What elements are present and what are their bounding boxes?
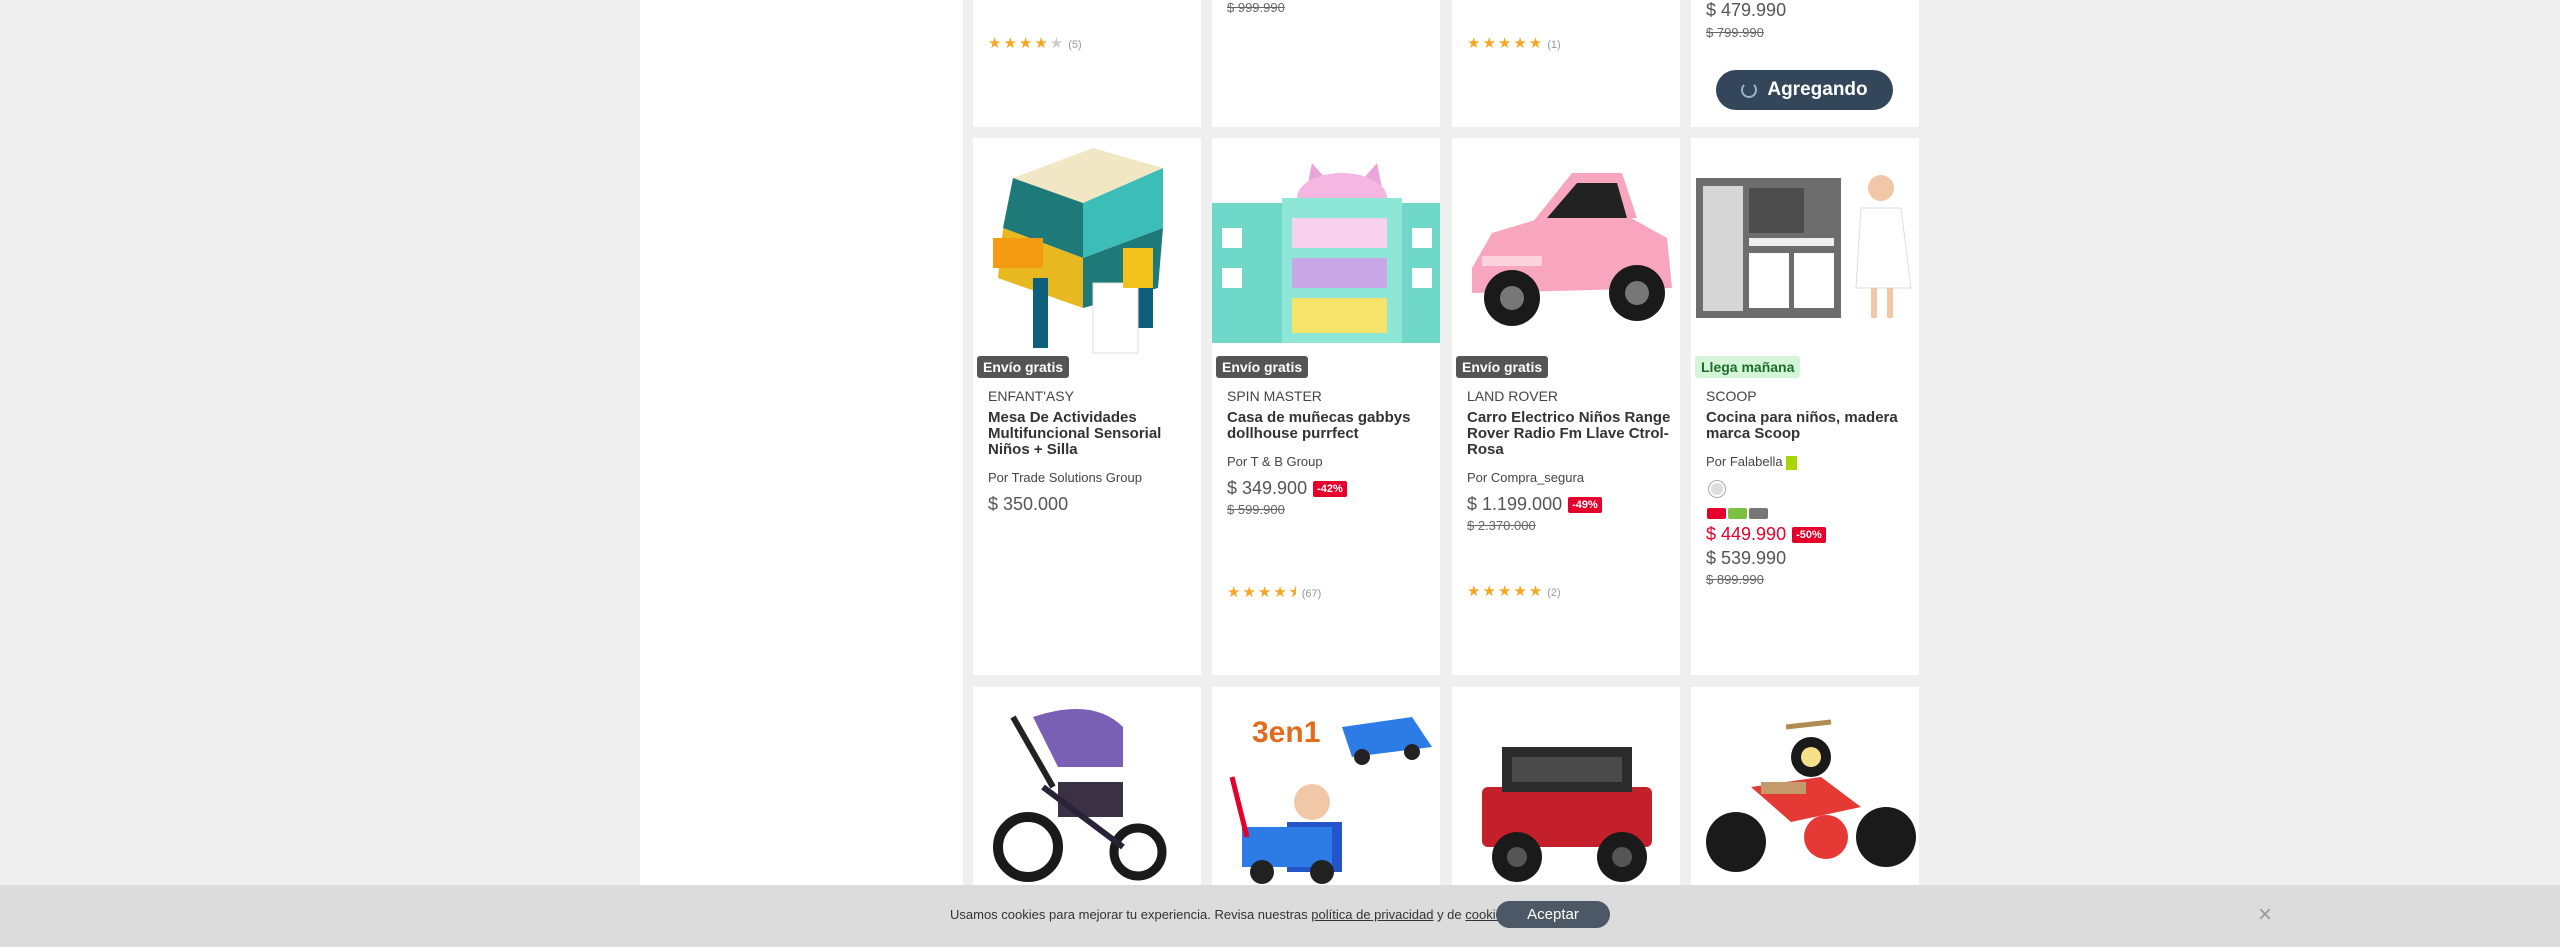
product-price: $ 1.199.000 -49% <box>1467 494 1602 515</box>
payment-logos <box>1707 508 1768 519</box>
product-brand: LAND ROVER <box>1467 388 1559 404</box>
product-seller: Por Compra_segura <box>1467 470 1585 485</box>
adding-to-cart-button[interactable]: Agregando <box>1716 70 1893 110</box>
seller-name: Por Falabella <box>1706 454 1783 469</box>
product-card-top-2[interactable]: $ 999.990 <box>1212 0 1440 127</box>
product-image-toy-kitchen[interactable] <box>1691 138 1919 366</box>
product-seller: Por T & B Group <box>1227 454 1323 469</box>
loading-spinner-icon <box>1741 82 1758 98</box>
rating-stars: ★★★★★ (5) <box>988 35 1082 52</box>
discount-badge: -50% <box>1792 527 1826 544</box>
svg-text:3en1: 3en1 <box>1252 716 1320 749</box>
close-icon[interactable]: × <box>2258 901 2272 929</box>
cookie-text-mid: y de <box>1437 907 1462 922</box>
free-shipping-badge: Envío gratis <box>1456 356 1549 378</box>
product-title[interactable]: Casa de muñecas gabbys dollhouse purrfec… <box>1227 410 1432 442</box>
product-price: $ 349.900 -42% <box>1227 478 1347 499</box>
old-price: $ 899.990 <box>1706 572 1764 587</box>
free-shipping-badge: Envío gratis <box>1216 356 1309 378</box>
card-icon <box>1728 508 1747 519</box>
bank-icon <box>1749 508 1768 519</box>
product-card[interactable] <box>1691 687 1919 887</box>
old-price: $ 999.990 <box>1227 0 1285 15</box>
product-card[interactable] <box>1452 687 1680 887</box>
product-card[interactable]: Envío gratis SPIN MASTER Casa de muñecas… <box>1212 138 1440 675</box>
cmr-icon <box>1707 508 1726 519</box>
old-price: $ 2.370.000 <box>1467 518 1536 533</box>
product-image-activity-table[interactable] <box>973 138 1201 366</box>
product-image-motorcycle[interactable] <box>1691 687 1919 887</box>
product-image-dollhouse[interactable] <box>1212 138 1440 366</box>
privacy-policy-link[interactable]: política de privacidad <box>1311 907 1433 922</box>
color-swatch[interactable] <box>1708 480 1726 498</box>
free-shipping-badge: Envío gratis <box>977 356 1070 378</box>
product-card-top-1[interactable]: ★★★★★ (5) <box>973 0 1201 127</box>
discount-badge: -42% <box>1313 481 1347 498</box>
product-price: $ 539.990 <box>1706 548 1787 568</box>
rating-stars: ★★★★⯨ (67) <box>1227 584 1322 601</box>
discount-badge: -49% <box>1568 497 1602 514</box>
price-value: $ 1.199.000 <box>1467 494 1563 514</box>
add-button-label: Agregando <box>1767 79 1868 100</box>
accept-cookies-button[interactable]: Aceptar <box>1496 901 1610 928</box>
left-panel <box>640 0 963 947</box>
product-title[interactable]: Mesa De Actividades Multifuncional Senso… <box>988 410 1193 458</box>
cookie-banner: Usamos cookies para mejorar tu experienc… <box>0 885 2560 947</box>
product-title[interactable]: Carro Electrico Niños Range Rover Radio … <box>1467 410 1672 458</box>
price: $ 479.990 <box>1706 0 1787 20</box>
old-price: $ 799.990 <box>1706 25 1764 40</box>
product-image-red-jeep[interactable] <box>1452 687 1680 887</box>
product-seller: Por Falabella <box>1706 454 1798 470</box>
product-card[interactable]: Envío gratis LAND ROVER Carro Electrico … <box>1452 138 1680 675</box>
product-brand: SPIN MASTER <box>1227 388 1322 404</box>
old-price: $ 599.900 <box>1227 502 1285 517</box>
falabella-icon <box>1786 455 1798 470</box>
product-title[interactable]: Cocina para niños, madera marca Scoop <box>1706 410 1911 442</box>
product-card[interactable] <box>973 687 1201 887</box>
cmr-price: $ 449.990 -50% <box>1706 524 1826 545</box>
cookie-text-before: Usamos cookies para mejorar tu experienc… <box>950 907 1308 922</box>
product-seller: Por Trade Solutions Group <box>988 470 1142 485</box>
swatch-dot <box>1711 483 1723 495</box>
rating-stars: ★★★★★ (2) <box>1467 583 1561 600</box>
product-price: $ 350.000 <box>988 494 1069 514</box>
rating-stars: ★★★★★ (1) <box>1467 35 1561 52</box>
product-card[interactable]: Envío gratis ENFANT'ASY Mesa De Activida… <box>973 138 1201 675</box>
product-brand: ENFANT'ASY <box>988 388 1074 404</box>
cookie-message: Usamos cookies para mejorar tu experienc… <box>950 907 1513 922</box>
product-image-ride-on-3in1[interactable]: 3en1 <box>1212 687 1440 887</box>
product-card[interactable]: Llega mañana SCOOP Cocina para niños, ma… <box>1691 138 1919 675</box>
arrives-tomorrow-badge: Llega mañana <box>1695 356 1801 378</box>
product-card-top-3[interactable]: ★★★★★ (1) <box>1452 0 1680 127</box>
product-brand: SCOOP <box>1706 388 1757 404</box>
cmr-price-value: $ 449.990 <box>1706 524 1787 544</box>
product-card[interactable]: 3en1 <box>1212 687 1440 887</box>
price-value: $ 349.900 <box>1227 478 1308 498</box>
product-image-tricycle[interactable] <box>973 687 1201 887</box>
product-image-pink-car[interactable] <box>1452 138 1680 366</box>
